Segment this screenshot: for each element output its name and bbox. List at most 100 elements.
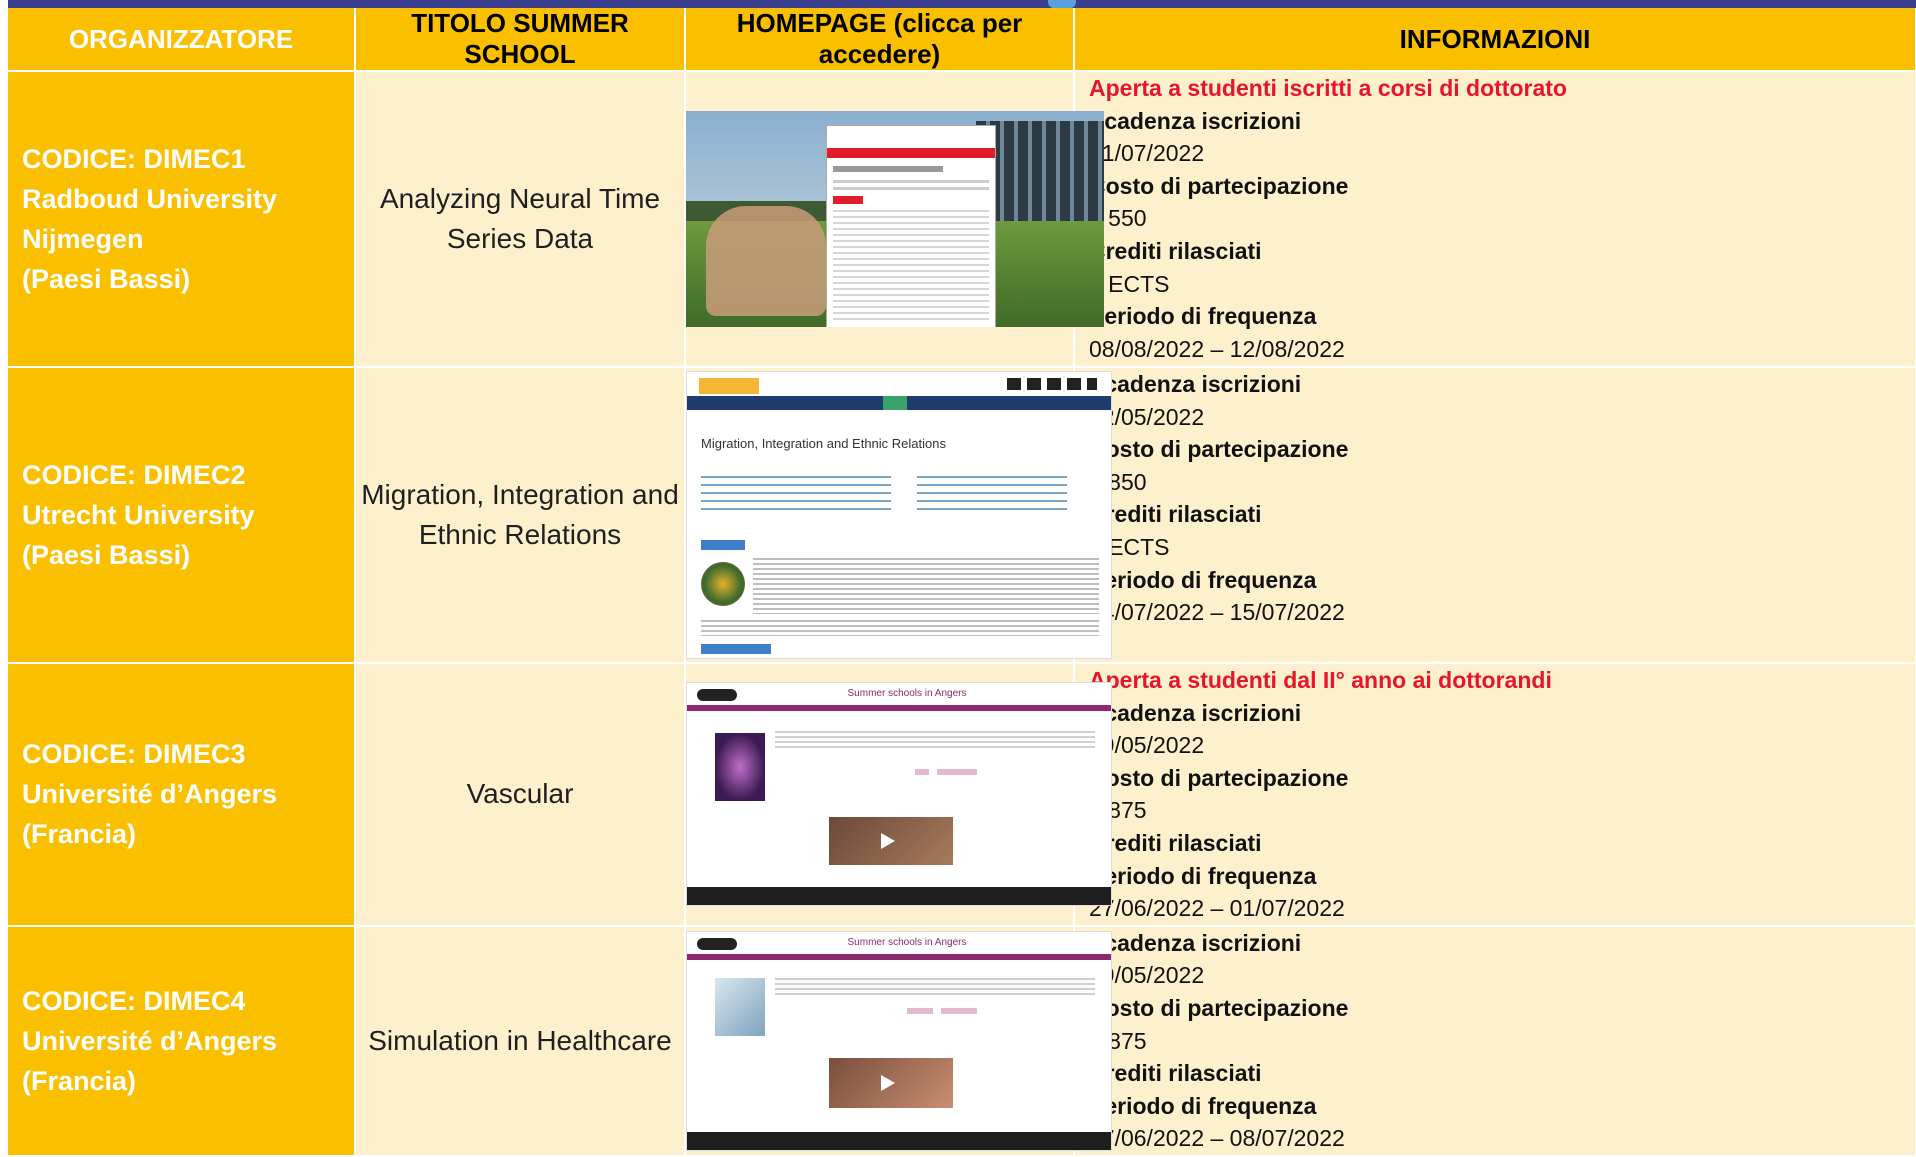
text-block (753, 558, 1099, 614)
organizer-cell: CODICE: DIMEC3 Université d’Angers (Fran… (8, 663, 356, 927)
school-title-line: Vascular (466, 778, 574, 810)
organizer-country: (Paesi Bassi) (22, 540, 191, 570)
angers-site-heading: Summer schools in Angers (847, 936, 967, 948)
organizer-code: CODICE: DIMEC4 (22, 985, 246, 1016)
eligibility-note: Aperta a studenti iscritti a corsi di do… (1089, 75, 1567, 101)
cost-value: € 875 (1089, 797, 1147, 824)
header-info: INFORMAZIONI (1074, 8, 1916, 72)
homepage-cell: Migration, Integration and Ethnic Relati… (685, 367, 1112, 664)
text-block (701, 620, 1099, 636)
play-icon (881, 1074, 895, 1091)
angers-site-heading: Summer schools in Angers (847, 688, 967, 700)
period-value: 27/06/2022 – 08/07/2022 (1089, 1125, 1345, 1152)
period-label: Periodo di frequenza (1089, 1092, 1317, 1119)
period-value: 04/07/2022 – 15/07/2022 (1089, 599, 1345, 626)
cost-label: Costo di partecipazione (1089, 994, 1349, 1021)
school-title-line: Migration, Integration and (361, 479, 679, 510)
blue-nav-bar (687, 396, 1111, 410)
angers-homepage-screenshot[interactable]: Summer schools in Angers (686, 930, 1112, 1151)
homepage-cell: Summer schools in Angers (685, 925, 1112, 1157)
deadline-value: 09/05/2022 (1089, 962, 1205, 989)
organizer-name: Université d’Angers (Francia) (22, 1025, 278, 1096)
apply-button-icon (701, 540, 745, 550)
link-button-icon (915, 769, 929, 776)
homepage-cell: Summer schools in Angers (685, 663, 1112, 927)
table-row: CODICE: DIMEC2 Utrecht University (Paesi… (8, 367, 1916, 664)
credits-value: 2 ECTS (1089, 270, 1170, 297)
red-nav-bar (827, 148, 995, 158)
cost-value: € 850 (1089, 468, 1147, 495)
angers-homepage-screenshot[interactable]: Summer schools in Angers (686, 682, 1112, 907)
top-strip (8, 0, 1916, 8)
credits-label: Crediti rilasciati (1089, 501, 1262, 528)
info-cell: Aperta a studenti iscritti a corsi di do… (1074, 71, 1916, 368)
text-block (833, 210, 989, 320)
text-line (833, 180, 989, 183)
organizer-code: CODICE: DIMEC1 (22, 144, 246, 174)
period-value: 27/06/2022 – 01/07/2022 (1089, 895, 1345, 922)
deadline-label: Scadenza iscrizioni (1089, 929, 1302, 956)
header-row: ORGANIZZATORE TITOLO SUMMER SCHOOL HOMEP… (8, 8, 1916, 72)
header-title: TITOLO SUMMER SCHOOL (355, 8, 686, 72)
top-strip-tab (1048, 0, 1076, 8)
students-photo-icon (706, 206, 826, 316)
summer-school-table: ORGANIZZATORE TITOLO SUMMER SCHOOL HOMEP… (8, 8, 1916, 1157)
deadline-label: Scadenza iscrizioni (1089, 107, 1302, 134)
angers-logo-icon (697, 937, 737, 950)
video-player-icon (829, 817, 953, 866)
deadline-value: 09/05/2022 (1089, 732, 1205, 759)
link-button-icon (907, 1007, 933, 1014)
dark-footer-bar (687, 887, 1111, 906)
cost-label: Costo di partecipazione (1089, 764, 1349, 791)
credits-label: Crediti rilasciati (1089, 237, 1262, 264)
table-row: CODICE: DIMEC3 Université d’Angers (Fran… (8, 663, 1916, 927)
utrecht-logo-icon (699, 378, 759, 394)
organizer-name: Université d’Angers (Francia) (22, 779, 278, 850)
period-label: Periodo di frequenza (1089, 862, 1317, 889)
register-tab (883, 396, 907, 410)
credits-value: 3 ECTS (1089, 533, 1170, 560)
table-row: CODICE: DIMEC4 Université d’Angers (Fran… (8, 925, 1916, 1157)
title-cell: Simulation in Healthcare (355, 925, 686, 1157)
healthcare-image-icon (715, 977, 765, 1036)
header-homepage: HOMEPAGE (clicca per accedere) (685, 8, 1075, 72)
organizer-name: Utrecht University (22, 500, 255, 530)
partner-logos-icon (1007, 378, 1097, 390)
world-map-icon (701, 562, 745, 606)
header-organizer: ORGANIZZATORE (8, 8, 356, 72)
cost-label: Costo di partecipazione (1089, 436, 1349, 463)
table-row: CODICE: DIMEC1 Radboud University Nijmeg… (8, 71, 1916, 368)
cost-label: Costo di partecipazione (1089, 172, 1349, 199)
organizer-cell: CODICE: DIMEC4 Université d’Angers (Fran… (8, 925, 356, 1157)
organizer-name: Radboud University Nijmegen (22, 184, 278, 254)
info-cell: Aperta a studenti dal II° anno ai dottor… (1074, 663, 1916, 927)
web-page-panel (826, 125, 996, 327)
organizer-country: (Paesi Bassi) (22, 264, 191, 294)
organizer-cell: CODICE: DIMEC1 Radboud University Nijmeg… (8, 71, 356, 368)
utrecht-course-heading: Migration, Integration and Ethnic Relati… (701, 436, 946, 451)
title-cell: Migration, Integration and Ethnic Relati… (355, 367, 686, 664)
deadline-label: Scadenza iscrizioni (1089, 371, 1302, 397)
red-button-icon (833, 196, 863, 204)
info-cell: Scadenza iscrizioni 02/05/2022 Costo di … (1074, 367, 1916, 664)
utrecht-homepage-screenshot[interactable]: Migration, Integration and Ethnic Relati… (686, 371, 1112, 659)
vascular-image-icon (715, 733, 765, 802)
link-button-icon (937, 769, 977, 776)
play-icon (881, 833, 895, 850)
info-cell: Scadenza iscrizioni 09/05/2022 Costo di … (1074, 925, 1916, 1157)
deadline-label: Scadenza iscrizioni (1089, 699, 1302, 726)
programme-button-icon (701, 644, 771, 654)
deadline-value: 02/05/2022 (1089, 403, 1205, 430)
course-details-icon (917, 476, 1067, 516)
period-label: Periodo di frequenza (1089, 303, 1317, 330)
purple-nav-bar (687, 705, 1111, 712)
purple-nav-bar (687, 953, 1111, 960)
period-label: Periodo di frequenza (1089, 566, 1317, 593)
cost-value: € 875 (1089, 1027, 1147, 1054)
school-title-line: Analyzing Neural Time (379, 183, 661, 214)
video-player-icon (829, 1057, 953, 1108)
credits-label: Crediti rilasciati (1089, 829, 1262, 856)
radboud-homepage-screenshot[interactable] (686, 111, 1104, 327)
angers-logo-icon (697, 689, 737, 702)
credits-label: Crediti rilasciati (1089, 1060, 1262, 1087)
